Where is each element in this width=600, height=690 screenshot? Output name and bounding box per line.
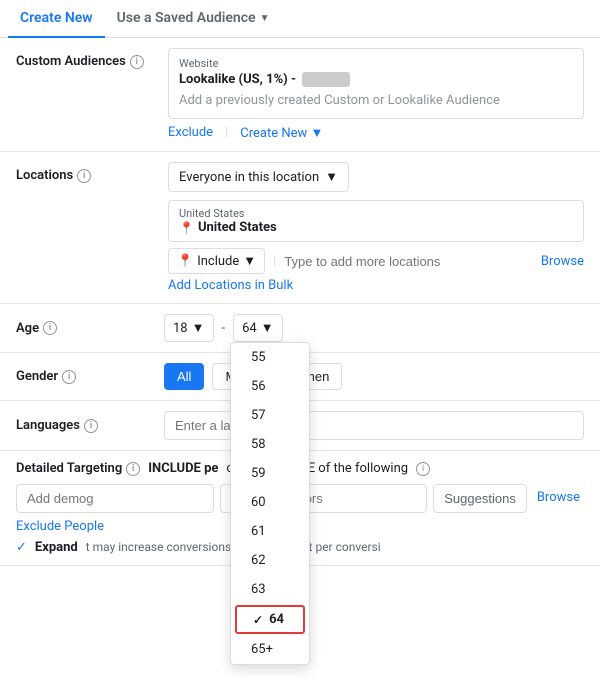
age-min-select[interactable]: 18 ▼ <box>164 314 214 342</box>
custom-audiences-field: Website Lookalike (US, 1%) - ■■■■■■ Add … <box>168 48 584 141</box>
age-option-55[interactable]: 55 <box>231 343 309 372</box>
tab-create-new[interactable]: Create New <box>8 0 105 38</box>
pin-icon: 📍 <box>179 221 194 235</box>
browse-detailed-button[interactable]: Browse <box>533 484 584 513</box>
age-option-61[interactable]: 61 <box>231 517 309 546</box>
info-icon-locations[interactable]: i <box>77 169 91 183</box>
gender-all-button[interactable]: All <box>164 363 204 390</box>
demographics-input[interactable] <box>16 484 214 513</box>
age-option-62[interactable]: 62 <box>231 546 309 575</box>
locations-field: Everyone in this location ▼ United State… <box>168 162 584 293</box>
gender-label: Gender i <box>16 369 156 384</box>
info-icon-gender[interactable]: i <box>62 370 76 384</box>
locations-row: Locations i Everyone in this location ▼ … <box>0 152 600 304</box>
country-name: 📍 United States <box>179 220 573 235</box>
detailed-targeting-label: Detailed Targeting i <box>16 461 140 476</box>
location-search-input[interactable] <box>284 254 533 269</box>
create-new-link[interactable]: Create New ▼ <box>240 125 323 141</box>
website-label: Website <box>179 57 573 70</box>
include-row: 📍 Include ▼ | Browse <box>168 248 584 274</box>
chevron-down-icon-age-min: ▼ <box>192 320 205 336</box>
chevron-down-icon: ▼ <box>260 13 270 24</box>
chevron-down-icon-include: ▼ <box>243 253 256 269</box>
location-type-dropdown[interactable]: Everyone in this location ▼ <box>168 162 349 192</box>
blurred-audience-text: ■■■■■■ <box>302 72 350 87</box>
check-icon: ✓ <box>253 613 263 627</box>
info-icon-detailed[interactable]: i <box>126 462 140 476</box>
audience-item: Lookalike (US, 1%) - ■■■■■■ <box>179 72 573 87</box>
age-option-57[interactable]: 57 <box>231 401 309 430</box>
audience-placeholder: Add a previously created Custom or Looka… <box>179 87 573 110</box>
age-option-63[interactable]: 63 <box>231 575 309 604</box>
add-bulk-link[interactable]: Add Locations in Bulk <box>168 278 293 293</box>
info-icon-one-of[interactable]: i <box>416 462 430 476</box>
include-prefix-text: INCLUDE pe <box>148 461 218 476</box>
age-option-64-selected[interactable]: ✓ 64 <box>235 605 305 634</box>
age-row: Age i 18 ▼ - 64 ▼ 55 56 57 58 59 60 61 6… <box>0 304 600 353</box>
country-label: United States <box>179 207 573 220</box>
expand-label: Expand <box>35 540 78 555</box>
age-option-60[interactable]: 60 <box>231 488 309 517</box>
custom-audiences-label: Custom Audiences i <box>16 48 156 69</box>
info-icon-languages[interactable]: i <box>84 419 98 433</box>
include-button[interactable]: 📍 Include ▼ <box>168 248 265 274</box>
custom-audiences-row: Custom Audiences i Website Lookalike (US… <box>0 38 600 152</box>
chevron-down-icon-location: ▼ <box>325 169 338 185</box>
age-dash: - <box>222 321 226 336</box>
chevron-down-icon-small: ▼ <box>311 126 324 141</box>
location-box: United States 📍 United States <box>168 200 584 242</box>
age-label: Age i <box>16 321 156 336</box>
audience-links: Exclude | Create New ▼ <box>168 125 584 141</box>
chevron-down-icon-age-max: ▼ <box>261 320 274 336</box>
age-option-56[interactable]: 56 <box>231 372 309 401</box>
pin-icon-small: 📍 <box>177 254 193 269</box>
info-icon-age[interactable]: i <box>43 321 57 335</box>
age-dropdown: 55 56 57 58 59 60 61 62 63 ✓ 64 65+ <box>230 342 310 665</box>
language-input[interactable] <box>164 411 584 440</box>
tabs-bar: Create New Use a Saved Audience ▼ <box>0 0 600 38</box>
info-icon-audiences[interactable]: i <box>130 55 144 69</box>
age-option-58[interactable]: 58 <box>231 430 309 459</box>
exclude-people-link[interactable]: Exclude People <box>16 519 104 534</box>
audience-box: Website Lookalike (US, 1%) - ■■■■■■ Add … <box>168 48 584 119</box>
suggestions-button[interactable]: Suggestions <box>433 484 527 513</box>
languages-label: Languages i <box>16 418 156 433</box>
exclude-link[interactable]: Exclude <box>168 125 213 141</box>
browse-locations-button[interactable]: Browse <box>541 254 584 269</box>
locations-label: Locations i <box>16 162 156 183</box>
expand-check-icon: ✓ <box>16 540 27 555</box>
age-option-65plus[interactable]: 65+ <box>231 635 309 664</box>
age-option-59[interactable]: 59 <box>231 459 309 488</box>
age-max-select[interactable]: 64 ▼ <box>233 314 283 342</box>
tab-use-saved[interactable]: Use a Saved Audience ▼ <box>105 0 282 38</box>
